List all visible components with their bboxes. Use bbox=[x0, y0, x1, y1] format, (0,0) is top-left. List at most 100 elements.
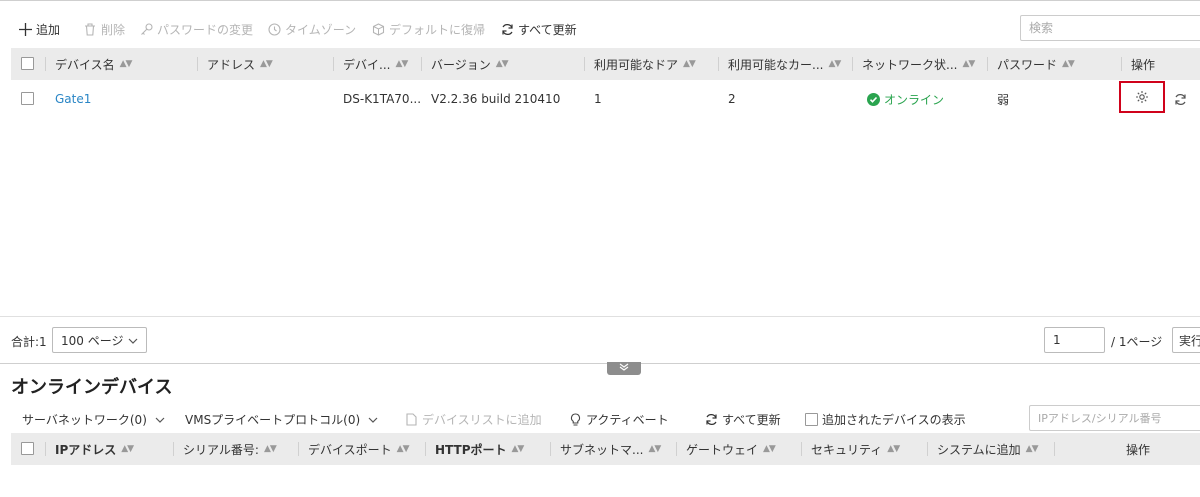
row-refresh-button[interactable] bbox=[1173, 92, 1187, 109]
column-divider bbox=[173, 442, 174, 456]
sort-icon: ▲▼ bbox=[1062, 59, 1075, 69]
network-status: オンライン bbox=[866, 80, 944, 118]
column-address[interactable]: アドレス ▲▼ bbox=[207, 48, 273, 80]
online-device-search-input[interactable] bbox=[1030, 406, 1200, 430]
column-password[interactable]: パスワード ▲▼ bbox=[997, 48, 1075, 80]
page-number-input[interactable]: 1 bbox=[1044, 327, 1105, 353]
column-device-name[interactable]: デバイス名 ▲▼ bbox=[55, 48, 133, 80]
go-button[interactable]: 実行 bbox=[1172, 327, 1200, 353]
column-network-status[interactable]: ネットワーク状... ▲▼ bbox=[862, 48, 975, 80]
column-gateway[interactable]: ゲートウェイ ▲▼ bbox=[686, 433, 776, 465]
column-version[interactable]: バージョン ▲▼ bbox=[431, 48, 509, 80]
delete-button[interactable]: 削除 bbox=[83, 20, 125, 38]
available-doors: 1 bbox=[594, 92, 602, 106]
sort-icon: ▲▼ bbox=[495, 59, 509, 69]
restore-default-label: デフォルトに復帰 bbox=[389, 22, 486, 37]
network-status-label: オンライン bbox=[884, 92, 945, 107]
lightbulb-icon bbox=[568, 412, 582, 426]
refresh-all-button[interactable]: すべて更新 bbox=[500, 20, 577, 38]
show-added-checkbox[interactable] bbox=[805, 412, 818, 426]
sort-icon: ▲▼ bbox=[119, 59, 133, 69]
add-button[interactable]: 追加 bbox=[18, 20, 60, 38]
column-divider bbox=[298, 442, 299, 456]
check-circle-icon bbox=[866, 92, 880, 106]
online-refresh-all-label: すべて更新 bbox=[722, 412, 781, 427]
column-serial-number[interactable]: シリアル番号: ▲▼ bbox=[183, 433, 277, 465]
sort-icon: ▲▼ bbox=[763, 444, 776, 454]
column-divider bbox=[333, 57, 334, 71]
select-all-online-checkbox[interactable] bbox=[21, 442, 34, 455]
activate-button[interactable]: アクティベート bbox=[568, 410, 669, 428]
document-add-icon bbox=[404, 412, 418, 426]
restore-icon bbox=[371, 22, 385, 36]
total-count: 合計:1 bbox=[11, 335, 47, 349]
add-to-device-list-button[interactable]: デバイスリストに追加 bbox=[404, 410, 542, 428]
restore-default-button[interactable]: デフォルトに復帰 bbox=[371, 20, 485, 38]
page-size-select[interactable]: 100 ページ bbox=[52, 327, 147, 353]
column-divider bbox=[584, 57, 585, 71]
table-row[interactable]: Gate1 DS-K1TA70... V2.2.36 build 210410 … bbox=[11, 80, 1200, 118]
change-password-label: パスワードの変更 bbox=[157, 22, 254, 37]
refresh-icon bbox=[500, 22, 514, 36]
column-label: シリアル番号: bbox=[183, 442, 259, 457]
show-added-devices-toggle[interactable]: 追加されたデバイスの表示 bbox=[805, 410, 966, 428]
column-subnet-mask[interactable]: サブネットマ... ▲▼ bbox=[560, 433, 661, 465]
server-network-dropdown[interactable]: サーバネットワーク(0) bbox=[22, 410, 165, 428]
column-divider bbox=[801, 442, 802, 456]
pagination-bar: 合計:1 100 ページ 1 / 1ページ 実行 bbox=[0, 316, 1200, 364]
column-label: 操作 bbox=[1126, 442, 1151, 457]
change-password-button[interactable]: パスワードの変更 bbox=[139, 20, 253, 38]
device-name-link[interactable]: Gate1 bbox=[55, 80, 91, 118]
column-divider bbox=[421, 57, 422, 71]
sort-icon: ▲▼ bbox=[962, 59, 975, 69]
row-checkbox[interactable] bbox=[21, 92, 34, 105]
settings-button[interactable] bbox=[1119, 81, 1165, 113]
page-total: / 1ページ bbox=[1111, 335, 1163, 349]
timezone-button[interactable]: タイムゾーン bbox=[267, 20, 356, 38]
panel-collapse-handle[interactable] bbox=[607, 362, 641, 375]
column-label: システムに追加 bbox=[937, 442, 1021, 457]
online-refresh-all-button[interactable]: すべて更新 bbox=[704, 410, 781, 428]
column-ip-address[interactable]: IPアドレス ▲▼ bbox=[55, 433, 134, 465]
add-to-device-list-label: デバイスリストに追加 bbox=[422, 412, 542, 427]
sort-icon: ▲▼ bbox=[887, 444, 900, 454]
refresh-all-label: すべて更新 bbox=[518, 22, 577, 37]
device-search-input[interactable] bbox=[1021, 16, 1200, 40]
password-strength: 弱 bbox=[997, 92, 1010, 107]
sort-icon: ▲▼ bbox=[648, 444, 661, 454]
online-device-search bbox=[1029, 405, 1200, 431]
select-all-checkbox[interactable] bbox=[21, 57, 34, 70]
sort-icon: ▲▼ bbox=[396, 444, 410, 454]
column-divider bbox=[718, 57, 719, 71]
online-devices-title: オンラインデバイス bbox=[11, 377, 173, 398]
column-label: 利用可能なカー... bbox=[728, 57, 824, 72]
column-http-port[interactable]: HTTPポート ▲▼ bbox=[435, 433, 524, 465]
chevron-down-icon bbox=[128, 333, 138, 347]
activate-label: アクティベート bbox=[586, 412, 669, 427]
column-added-to-system[interactable]: システムに追加 ▲▼ bbox=[937, 433, 1038, 465]
column-available-doors[interactable]: 利用可能なドア ▲▼ bbox=[594, 48, 696, 80]
column-divider bbox=[987, 57, 988, 71]
column-label: デバイ... bbox=[343, 57, 391, 72]
column-label: サブネットマ... bbox=[560, 442, 644, 457]
column-label: IPアドレス bbox=[55, 442, 117, 457]
column-security[interactable]: セキュリティ ▲▼ bbox=[811, 433, 900, 465]
chevron-down-icon bbox=[155, 412, 165, 426]
column-divider bbox=[425, 442, 426, 456]
column-label: デバイス名 bbox=[55, 57, 115, 72]
column-device-type[interactable]: デバイ... ▲▼ bbox=[343, 48, 408, 80]
device-type: DS-K1TA70... bbox=[343, 92, 422, 106]
column-available-card-readers[interactable]: 利用可能なカー... ▲▼ bbox=[728, 48, 841, 80]
column-device-port[interactable]: デバイスポート ▲▼ bbox=[308, 433, 409, 465]
vms-protocol-dropdown[interactable]: VMSプライベートプロトコル(0) bbox=[185, 410, 378, 428]
column-divider bbox=[927, 442, 928, 456]
column-label: アドレス bbox=[207, 57, 256, 72]
device-toolbar: 追加 削除 パスワードの変更 タイムゾーン デフォルトに復帰 すべて更新 bbox=[0, 0, 1200, 49]
column-label: バージョン bbox=[431, 57, 491, 72]
add-label: 追加 bbox=[36, 22, 61, 37]
column-label: パスワード bbox=[997, 57, 1058, 72]
column-label: ネットワーク状... bbox=[862, 57, 958, 72]
column-label: セキュリティ bbox=[811, 442, 883, 457]
chevron-down-icon bbox=[368, 412, 378, 426]
column-divider bbox=[197, 57, 198, 71]
